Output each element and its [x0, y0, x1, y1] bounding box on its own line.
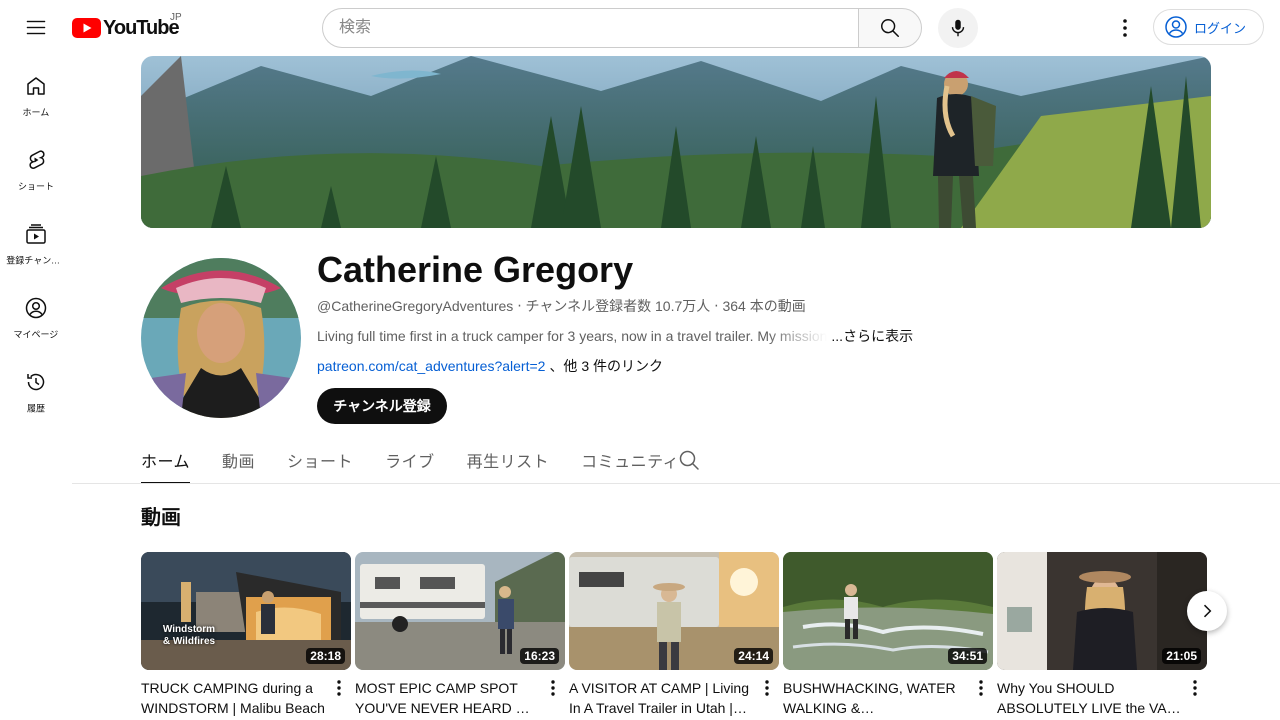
- video-thumbnail[interactable]: 24:14: [569, 552, 779, 670]
- patreon-link[interactable]: patreon.com/cat_adventures?alert=2: [317, 358, 545, 374]
- video-duration: 21:05: [1162, 648, 1201, 664]
- video-duration: 28:18: [306, 648, 345, 664]
- video-card[interactable]: Windstorm & Wildfires 28:18 TRUCK CAMPIN…: [141, 552, 351, 718]
- sidebar-item-label: マイページ: [13, 330, 59, 341]
- video-thumbnail[interactable]: 16:23: [355, 552, 565, 670]
- history-icon: [27, 373, 45, 391]
- voice-search-button[interactable]: [938, 8, 978, 48]
- video-duration: 24:14: [734, 648, 773, 664]
- region-label: JP: [170, 12, 182, 23]
- subscriptions-icon: [26, 224, 46, 244]
- video-title[interactable]: A VISITOR AT CAMP | Living In A Travel T…: [569, 678, 753, 718]
- sidebar-item-history[interactable]: 履歴: [0, 352, 72, 426]
- account-circle-icon: [1165, 16, 1187, 38]
- channel-name: Catherine Gregory: [317, 249, 634, 290]
- video-duration: 16:23: [520, 648, 559, 664]
- thumbnail-overlay-text: Windstorm & Wildfires: [162, 624, 216, 647]
- video-shelf: Windstorm & Wildfires 28:18 TRUCK CAMPIN…: [141, 552, 1211, 720]
- settings-more-button[interactable]: [1105, 8, 1145, 48]
- video-title[interactable]: TRUCK CAMPING during a WINDSTORM | Malib…: [141, 678, 325, 718]
- channel-search-icon[interactable]: [677, 448, 701, 472]
- channel-avatar[interactable]: [141, 258, 301, 418]
- tabs-divider: [72, 483, 1280, 484]
- subscribe-button[interactable]: チャンネル登録: [317, 388, 447, 424]
- sidebar: ホーム ショート 登録チャンネル マイページ 履歴: [0, 56, 72, 426]
- logo-text: YouTube: [103, 16, 180, 39]
- sidebar-item-label: 登録チャンネル: [6, 256, 66, 267]
- video-thumbnail[interactable]: Windstorm & Wildfires 28:18: [141, 552, 351, 670]
- tab-playlists[interactable]: 再生リスト: [467, 436, 550, 484]
- video-title[interactable]: MOST EPIC CAMP SPOT YOU'VE NEVER HEARD O…: [355, 678, 539, 718]
- sidebar-item-shorts[interactable]: ショート: [0, 130, 72, 204]
- home-icon: [27, 77, 45, 95]
- more-vert-icon[interactable]: [759, 676, 775, 700]
- channel-description[interactable]: Living full time first in a truck camper…: [317, 326, 913, 346]
- channel-tabs: ホーム 動画 ショート ライブ 再生リスト コミュニティ: [141, 436, 711, 484]
- sidebar-item-label: ショート: [18, 182, 54, 193]
- video-card[interactable]: 21:05 Why You SHOULD ABSOLUTELY LIVE the…: [997, 552, 1207, 718]
- sidebar-item-subscriptions[interactable]: 登録チャンネル: [0, 204, 72, 278]
- shorts-icon: [29, 150, 45, 169]
- tab-videos[interactable]: 動画: [222, 436, 255, 484]
- top-bar: YouTube JP ログイン: [0, 0, 1280, 56]
- video-thumbnail[interactable]: 21:05: [997, 552, 1207, 670]
- account-icon: [25, 297, 47, 319]
- video-title[interactable]: BUSHWHACKING, WATER WALKING & BACKCOUNTR…: [783, 678, 967, 718]
- channel-banner: [141, 56, 1211, 228]
- signin-label: ログイン: [1194, 20, 1247, 36]
- more-vert-icon: [1123, 19, 1127, 37]
- tab-live[interactable]: ライブ: [385, 436, 435, 484]
- video-card[interactable]: 34:51 BUSHWHACKING, WATER WALKING & BACK…: [783, 552, 993, 718]
- more-vert-icon[interactable]: [331, 676, 347, 700]
- sidebar-item-label: ホーム: [22, 108, 50, 119]
- video-card[interactable]: 24:14 A VISITOR AT CAMP | Living In A Tr…: [569, 552, 779, 718]
- sidebar-item-you[interactable]: マイページ: [0, 278, 72, 352]
- sidebar-item-home[interactable]: ホーム: [0, 56, 72, 130]
- youtube-logo[interactable]: YouTube: [72, 16, 180, 39]
- tab-community[interactable]: コミュニティ: [581, 436, 679, 484]
- more-vert-icon[interactable]: [973, 676, 989, 700]
- menu-icon[interactable]: [16, 8, 56, 48]
- microphone-icon: [951, 19, 965, 37]
- more-vert-icon[interactable]: [545, 676, 561, 700]
- section-title: 動画: [141, 507, 181, 529]
- show-more-link[interactable]: ...さらに表示: [831, 326, 913, 346]
- youtube-play-icon: [72, 18, 101, 38]
- chevron-right-icon: [1203, 604, 1212, 618]
- video-title[interactable]: Why You SHOULD ABSOLUTELY LIVE the VAN L…: [997, 678, 1181, 718]
- shelf-next-button[interactable]: [1187, 591, 1227, 631]
- video-card[interactable]: 16:23 MOST EPIC CAMP SPOT YOU'VE NEVER H…: [355, 552, 565, 718]
- other-links[interactable]: 、他 3 件のリンク: [549, 358, 663, 374]
- search-icon: [881, 19, 899, 37]
- search-button[interactable]: [858, 8, 922, 48]
- channel-meta: @CatherineGregoryAdventures ‧ チャンネル登録者数 …: [317, 298, 806, 314]
- tab-home[interactable]: ホーム: [141, 436, 191, 484]
- search-input[interactable]: [322, 8, 859, 48]
- video-thumbnail[interactable]: 34:51: [783, 552, 993, 670]
- video-duration: 34:51: [948, 648, 987, 664]
- tab-shorts[interactable]: ショート: [287, 436, 353, 484]
- more-vert-icon[interactable]: [1187, 676, 1203, 700]
- channel-links: patreon.com/cat_adventures?alert=2 、他 3 件…: [317, 356, 663, 376]
- sidebar-item-label: 履歴: [27, 404, 45, 415]
- signin-button[interactable]: ログイン: [1153, 9, 1264, 45]
- description-text: Living full time first in a truck camper…: [317, 328, 828, 344]
